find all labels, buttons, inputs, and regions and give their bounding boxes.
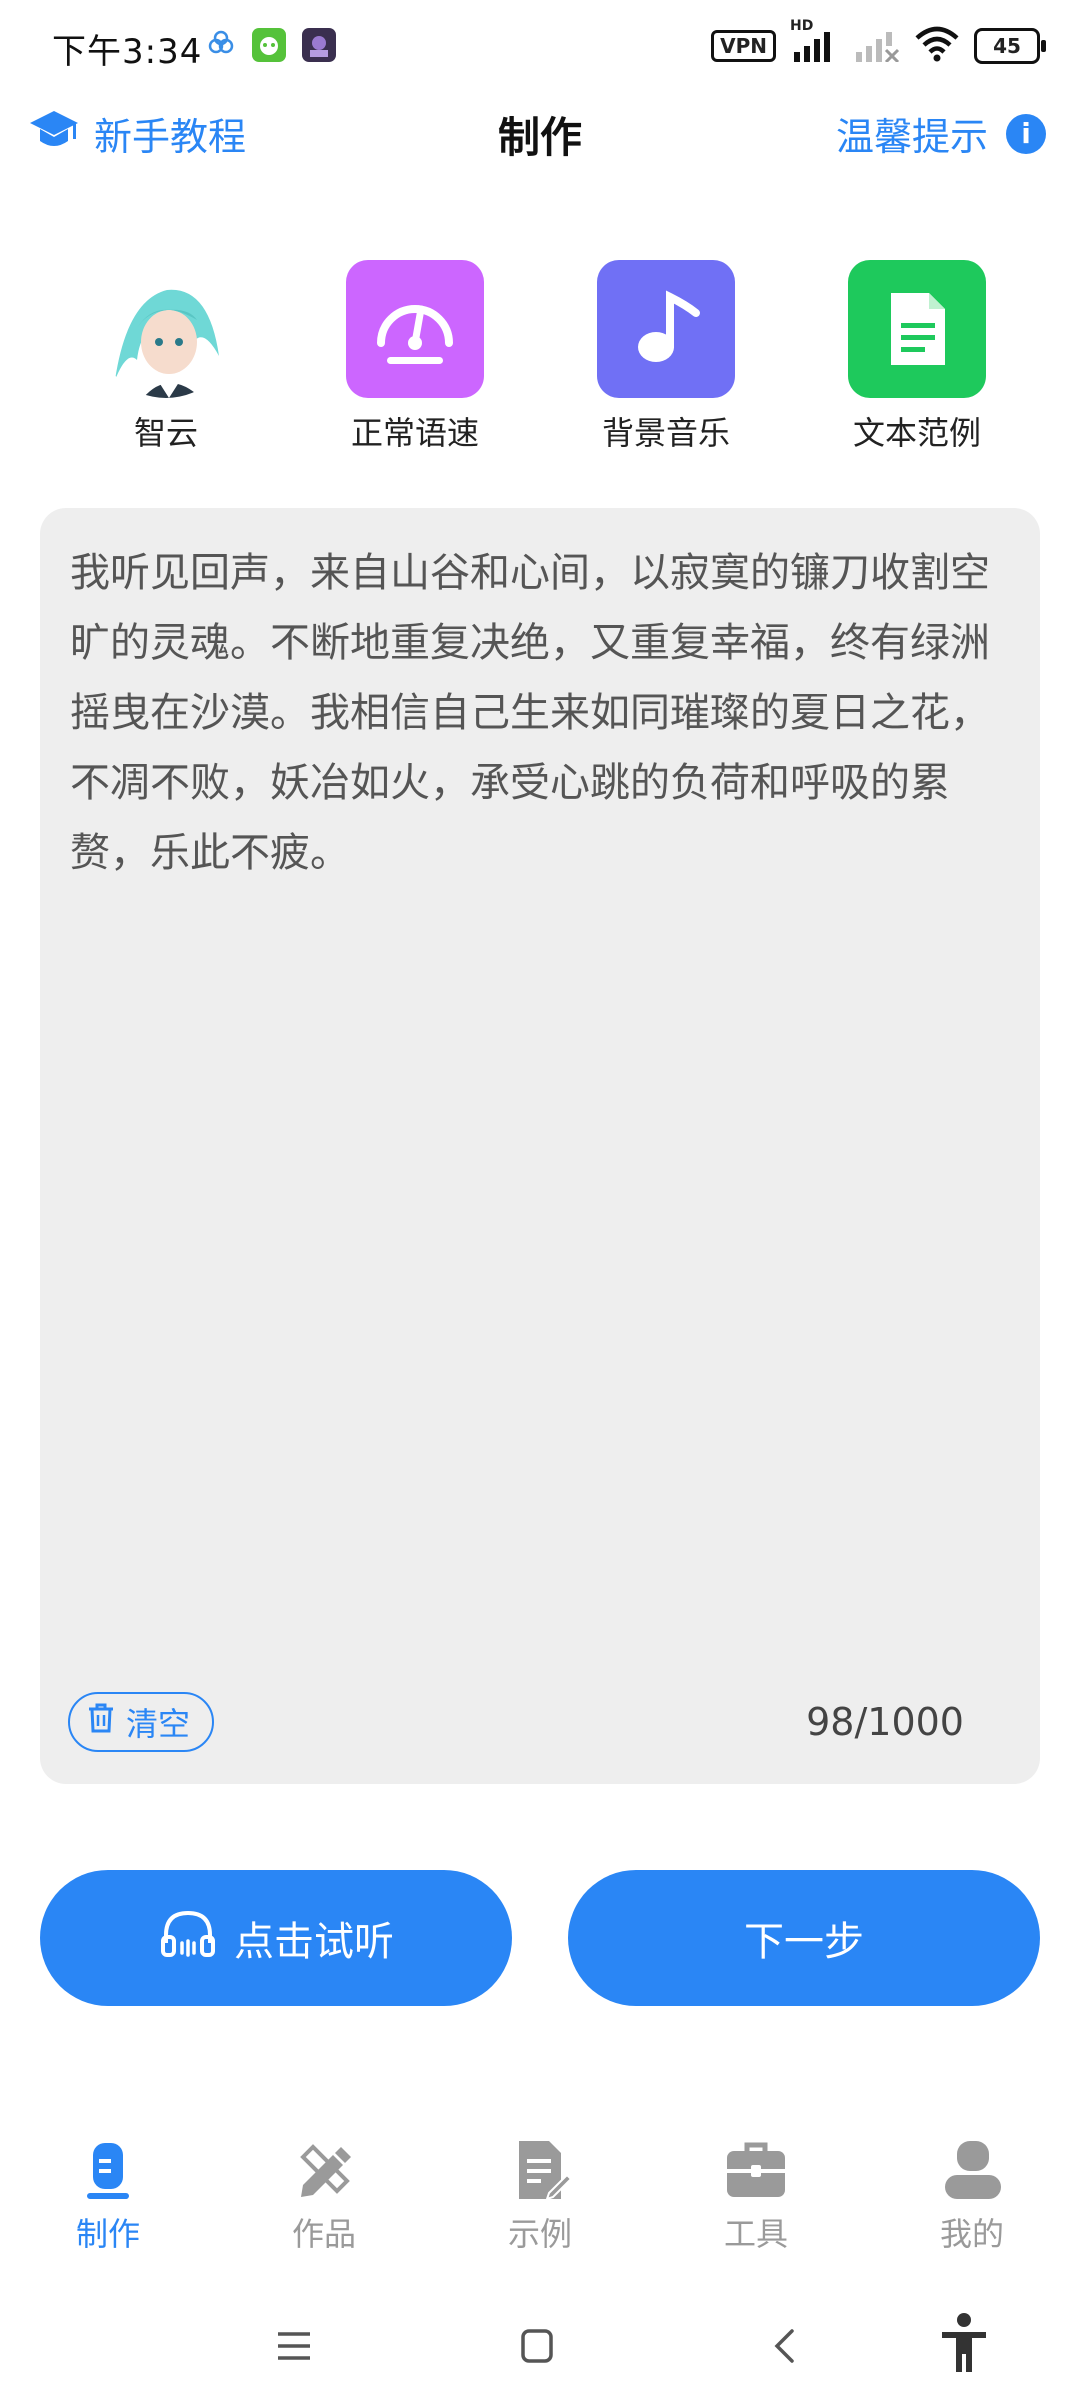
- editor-text[interactable]: 我听见回声，来自山谷和心间，以寂寞的镰刀收割空旷的灵魂。不断地重复决绝，又重复幸…: [70, 538, 1010, 888]
- next-button[interactable]: 下一步: [568, 1870, 1040, 2006]
- wifi-icon: [914, 26, 960, 66]
- android-app-icon: [252, 28, 286, 66]
- vpn-badge: VPN: [711, 30, 776, 62]
- game-app-icon: [302, 28, 336, 66]
- clear-label: 清空: [126, 1705, 191, 1743]
- voice-selector[interactable]: 智云: [66, 260, 266, 454]
- music-note-icon: [597, 260, 735, 398]
- signal-weak-icon: [852, 26, 900, 66]
- hd-label: HD: [790, 18, 814, 34]
- document-edit-icon: [450, 2135, 630, 2205]
- tab-examples[interactable]: 示例: [450, 2135, 630, 2255]
- speedometer-icon: [346, 260, 484, 398]
- preview-label: 点击试听: [234, 1919, 394, 1965]
- preview-button[interactable]: 点击试听: [40, 1870, 512, 2006]
- tab-label-mine: 我的: [939, 2215, 1004, 2253]
- voice-avatar: [97, 260, 235, 398]
- music-selector[interactable]: 背景音乐: [566, 260, 766, 454]
- app-header: 新手教程 制作 温馨提示 i: [0, 96, 1080, 196]
- tab-mine[interactable]: 我的: [882, 2135, 1062, 2255]
- char-count: 98/1000: [806, 1700, 964, 1744]
- home-icon[interactable]: [520, 2328, 554, 2368]
- status-bar: 下午3:34 VPN HD 45: [0, 0, 1080, 96]
- accessibility-icon[interactable]: [938, 2312, 990, 2378]
- option-label-music: 背景音乐: [601, 414, 730, 452]
- tab-label-tools: 工具: [723, 2215, 788, 2253]
- pencil-ruler-icon: [234, 2135, 414, 2205]
- battery-icon: 45: [974, 28, 1046, 64]
- tips-label: 温馨提示: [835, 115, 988, 159]
- status-right-group: VPN HD 45: [711, 18, 1046, 66]
- headphones-icon: [158, 1907, 218, 1969]
- option-label-voice: 智云: [133, 414, 198, 452]
- speed-selector[interactable]: 正常语速: [315, 260, 515, 454]
- cloud-app-icon: [208, 30, 234, 60]
- menu-icon[interactable]: [276, 2330, 312, 2366]
- tips-link[interactable]: 温馨提示 i: [836, 106, 1046, 161]
- document-icon: [848, 260, 986, 398]
- tab-label-make: 制作: [75, 2215, 140, 2253]
- clear-button[interactable]: 清空: [68, 1692, 215, 1752]
- option-label-speed: 正常语速: [350, 414, 479, 452]
- bottom-tab-bar: 制作 作品 示例 工具 我的: [0, 2120, 1080, 2280]
- status-time: 下午3:34: [52, 32, 203, 72]
- info-icon: i: [1006, 113, 1046, 154]
- sample-text-selector[interactable]: 文本范例: [817, 260, 1017, 454]
- tab-label-examples: 示例: [507, 2215, 572, 2253]
- next-label: 下一步: [744, 1919, 864, 1965]
- tab-label-works: 作品: [291, 2215, 356, 2253]
- tab-works[interactable]: 作品: [234, 2135, 414, 2255]
- tab-tools[interactable]: 工具: [666, 2135, 846, 2255]
- microphone-icon: [18, 2135, 198, 2205]
- system-nav-bar: [0, 2290, 1080, 2400]
- option-label-sample: 文本范例: [852, 414, 981, 452]
- trash-icon: [86, 1702, 116, 1742]
- briefcase-icon: [666, 2135, 846, 2205]
- text-editor[interactable]: 我听见回声，来自山谷和心间，以寂寞的镰刀收割空旷的灵魂。不断地重复决绝，又重复幸…: [40, 508, 1040, 1784]
- tab-make[interactable]: 制作: [18, 2135, 198, 2255]
- user-icon: [882, 2135, 1062, 2205]
- signal-icon: HD: [790, 18, 838, 66]
- back-icon[interactable]: [772, 2328, 796, 2368]
